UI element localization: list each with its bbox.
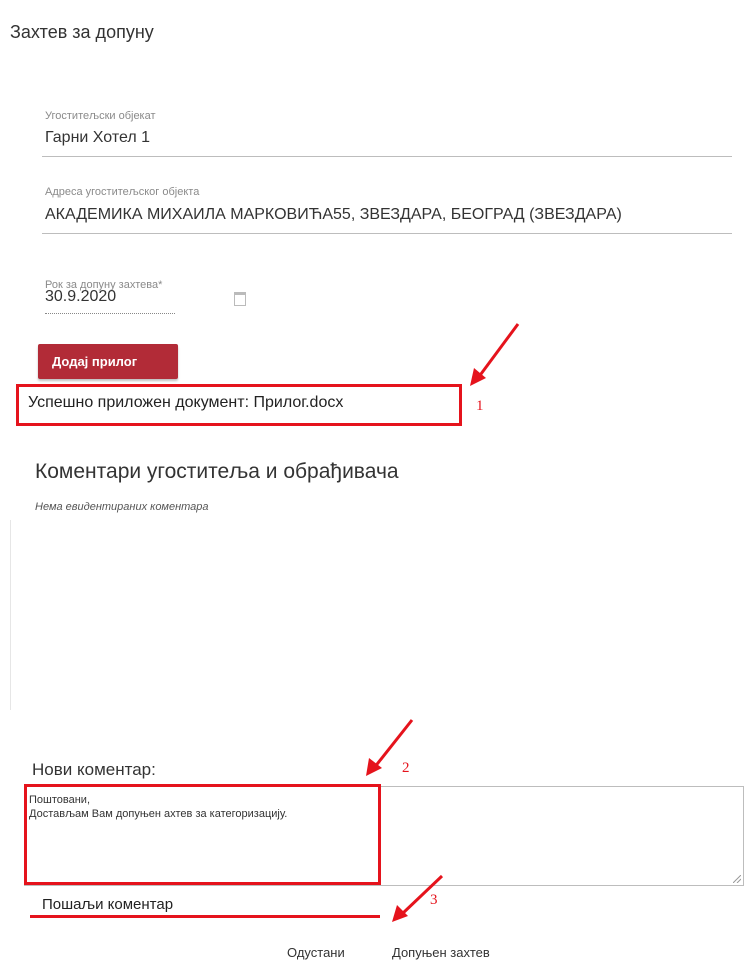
attachment-success-message: Успешно приложен документ: Прилог.docx	[28, 394, 344, 411]
annotation-number-1: 1	[476, 398, 484, 414]
annotation-arrow-1	[470, 323, 520, 386]
annotation-box-2	[24, 784, 381, 885]
facility-underline	[42, 156, 732, 157]
annotation-arrow-3	[392, 874, 444, 922]
calendar-icon[interactable]	[234, 292, 246, 306]
address-underline	[42, 233, 732, 234]
annotation-underline-3	[30, 915, 380, 918]
page-title: Захтев за допуну	[10, 22, 154, 42]
new-comment-label: Нови коментар:	[32, 760, 156, 779]
deadline-field[interactable]: 30.9.2020	[45, 288, 116, 306]
send-comment-button[interactable]: Пошаљи коментар	[42, 896, 173, 913]
comments-empty-note: Нема евидентираних коментара	[35, 501, 209, 513]
comments-title: Коментари угоститеља и обрађивача	[35, 460, 399, 483]
deadline-underline	[45, 313, 175, 314]
annotation-arrow-2	[366, 719, 414, 776]
complete-request-button[interactable]: Допуњен захтев	[392, 945, 490, 960]
add-attachment-button[interactable]: Додај прилог	[38, 344, 178, 379]
comments-list	[10, 520, 731, 710]
facility-label: Угоститељски објекат	[45, 110, 156, 122]
address-field[interactable]: АКАДЕМИКА МИХАИЛА МАРКОВИЋА55, ЗВЕЗДАРА,…	[45, 206, 622, 224]
facility-field[interactable]: Гарни Хотел 1	[45, 129, 150, 147]
address-label: Адреса угоститељског објекта	[45, 186, 200, 198]
cancel-button[interactable]: Одустани	[287, 945, 345, 960]
resize-handle-icon[interactable]	[733, 875, 741, 883]
